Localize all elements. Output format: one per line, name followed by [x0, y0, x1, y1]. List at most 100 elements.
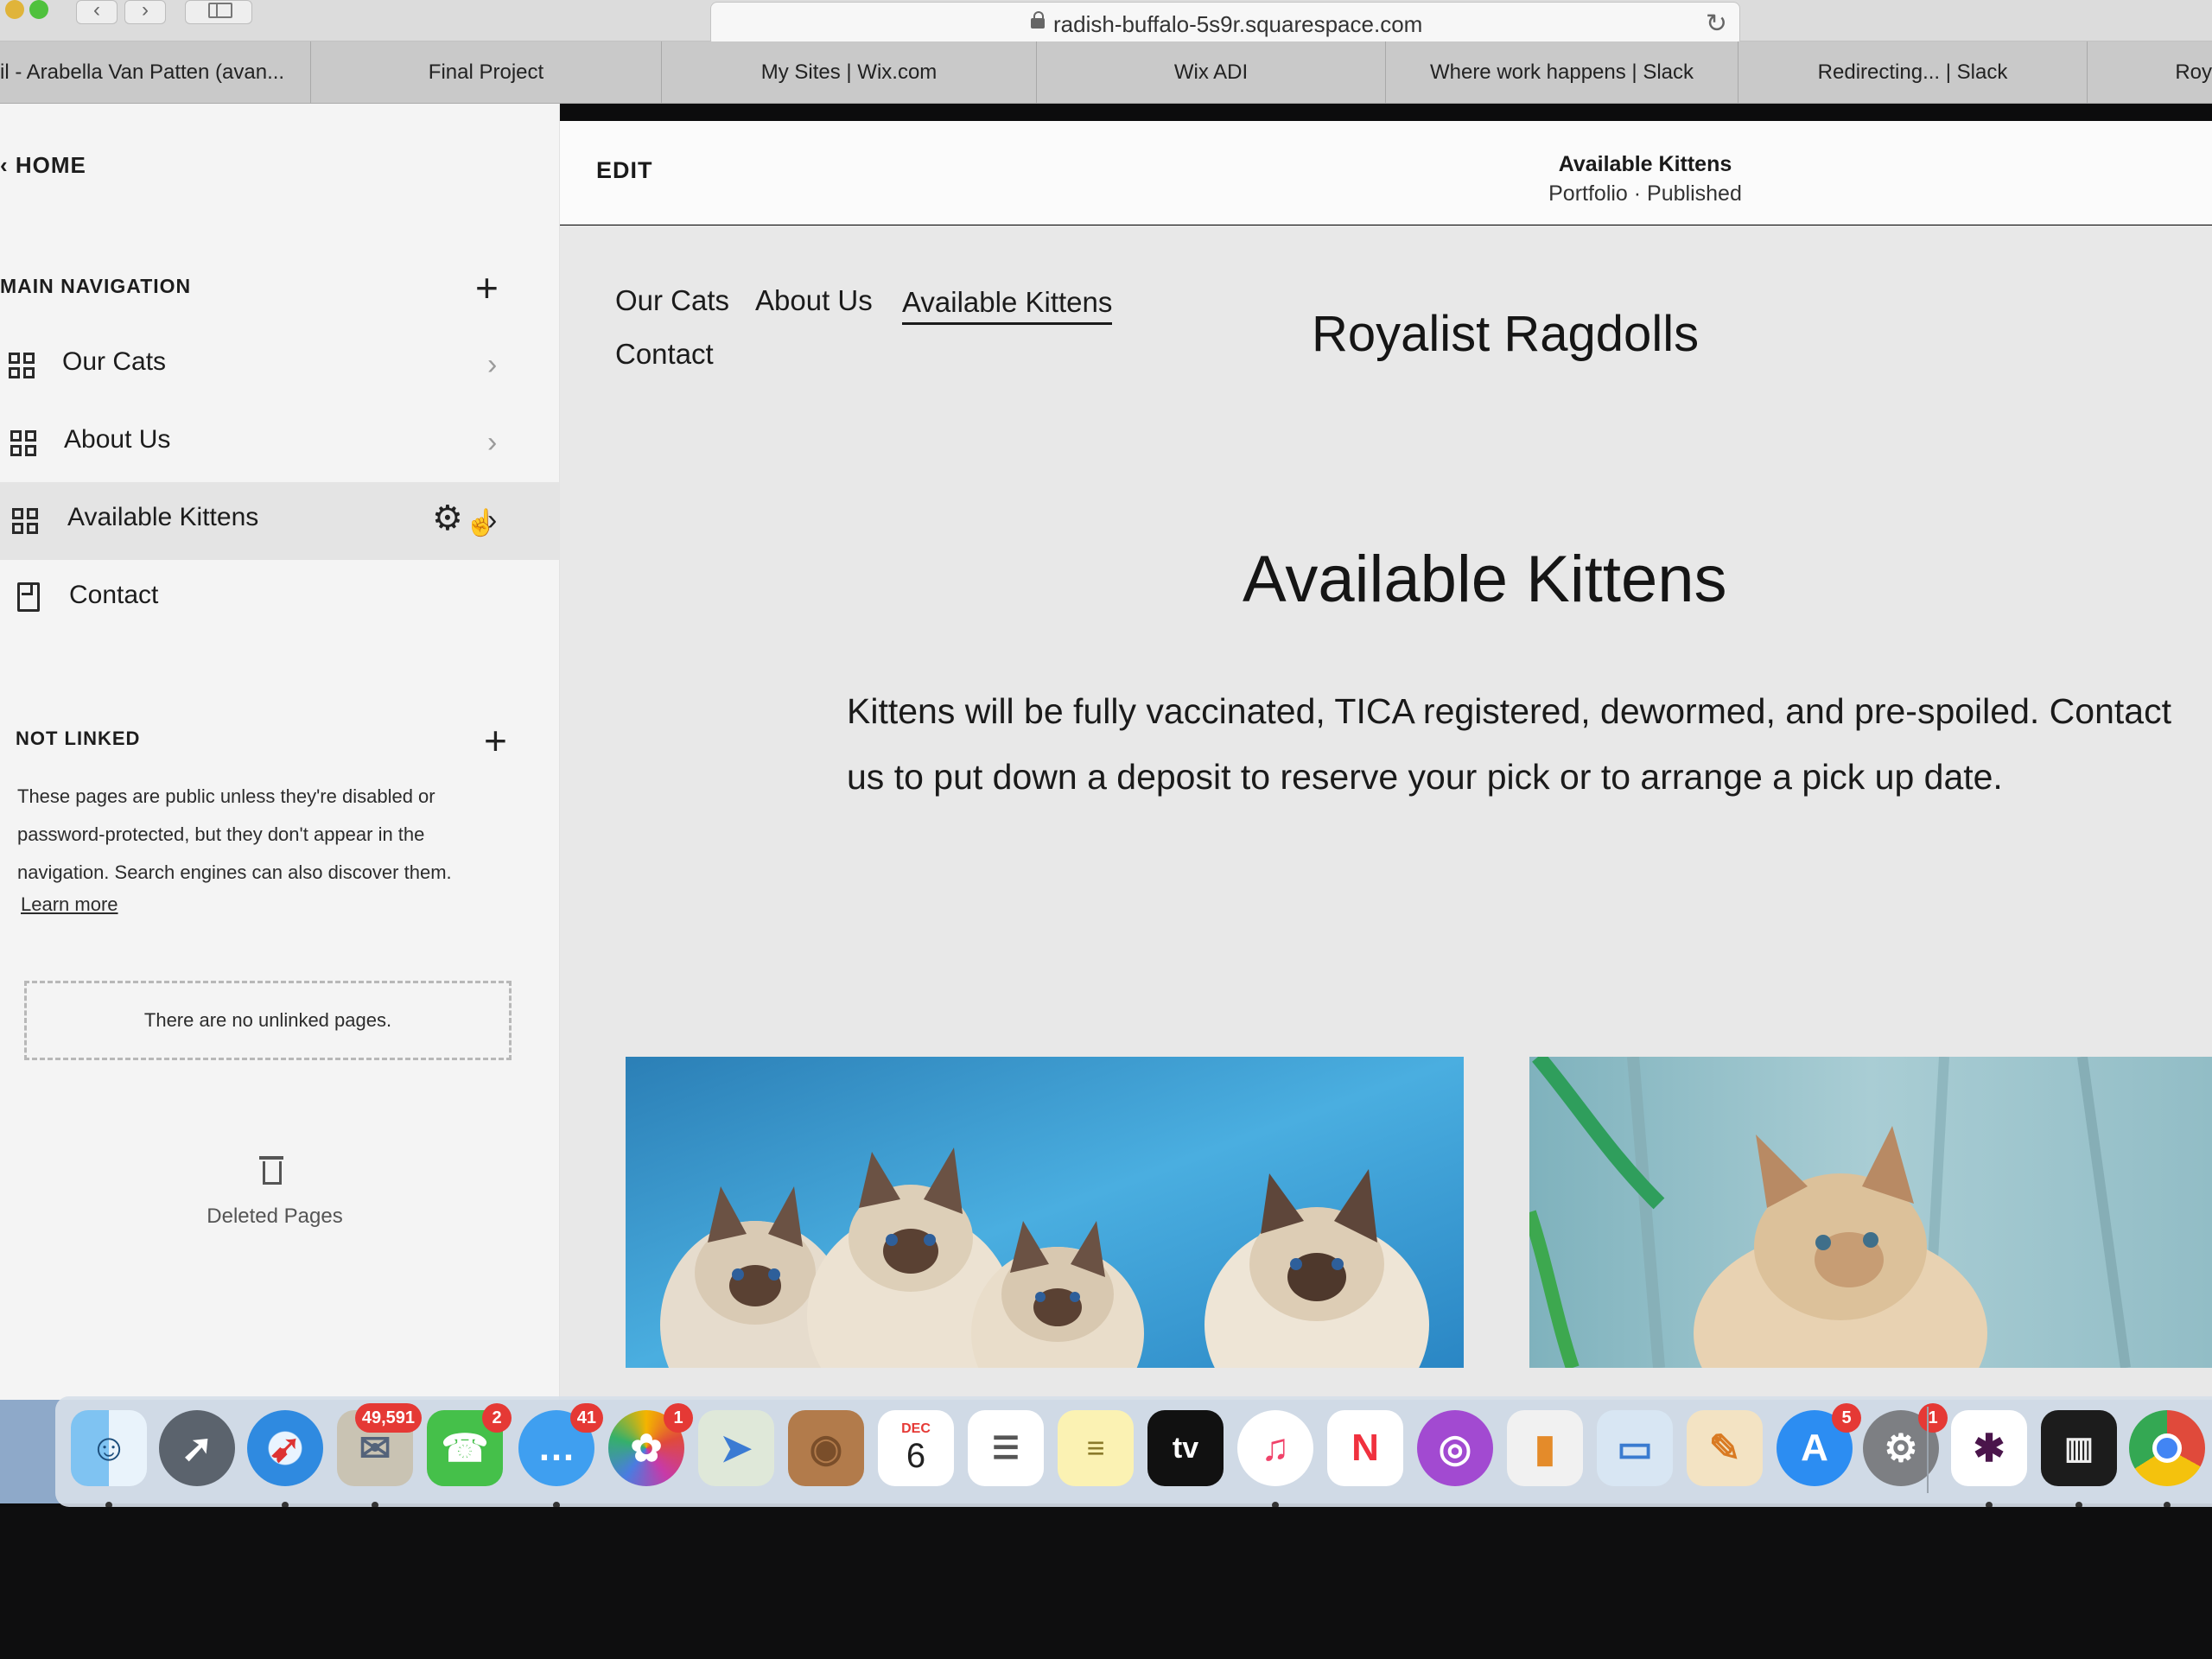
tab-label: il - Arabella Van Patten (avan... — [0, 60, 285, 84]
deleted-pages-link[interactable]: Deleted Pages — [0, 1205, 550, 1229]
address-bar[interactable]: radish-buffalo-5s9r.squarespace.com ↻ — [710, 2, 1740, 47]
grid-icon — [9, 353, 36, 380]
add-unlinked-page-plus-icon[interactable]: + — [484, 721, 507, 760]
chrome-icon[interactable] — [2129, 1410, 2205, 1486]
app-store-badge: 5 — [1832, 1403, 1861, 1433]
gear-icon[interactable]: ⚙ — [432, 499, 463, 537]
apple-tv-icon[interactable]: tv — [1147, 1410, 1224, 1486]
sidebar-item-label: Contact — [69, 581, 159, 609]
not-linked-title: NOT LINKED — [16, 728, 141, 749]
tv-label: tv — [1172, 1431, 1199, 1465]
page-heading: Available Kittens — [1243, 543, 1727, 616]
app-store-icon[interactable]: A5 — [1777, 1403, 1861, 1486]
tab-label: Final Project — [428, 60, 544, 84]
contacts-icon[interactable]: ◉ — [788, 1410, 864, 1486]
safari-icon[interactable]: ➹ — [247, 1410, 323, 1486]
sidebar-item-label: About Us — [64, 425, 171, 454]
home-back-link[interactable]: ‹ HOME — [0, 152, 86, 179]
news-icon[interactable]: N — [1327, 1410, 1403, 1486]
site-title[interactable]: Royalist Ragdolls — [1312, 305, 1699, 363]
site-nav-our-cats[interactable]: Our Cats — [615, 284, 729, 317]
tab-bar: il - Arabella Van Patten (avan... Final … — [0, 41, 2212, 104]
page-meta: Portfolio · Published — [1548, 181, 1742, 206]
page-name: Available Kittens — [1558, 152, 1732, 176]
piano-app-icon[interactable]: ▥ — [2041, 1410, 2117, 1486]
sidebar-item-our-cats[interactable]: Our Cats › — [0, 327, 560, 404]
calendar-month: DEC — [901, 1421, 931, 1436]
page-icon — [17, 582, 40, 612]
editor-header: EDIT Available Kittens Portfolio · Publi… — [560, 121, 2212, 225]
calendar-icon[interactable]: DEC 6 — [878, 1410, 954, 1486]
tab-wix-sites[interactable]: My Sites | Wix.com — [662, 41, 1037, 104]
trash-icon[interactable] — [259, 1156, 283, 1185]
sidebar-item-label: Our Cats — [62, 347, 167, 376]
sidebar-item-contact[interactable]: Contact — [0, 560, 560, 638]
site-nav-contact[interactable]: Contact — [615, 338, 714, 371]
grid-icon — [10, 430, 38, 458]
reminders-icon[interactable]: ☰ — [968, 1410, 1044, 1486]
keynote-icon[interactable]: ▭ — [1597, 1410, 1673, 1486]
mail-badge: 49,591 — [354, 1403, 422, 1433]
messages-icon[interactable]: … 41 — [518, 1403, 603, 1486]
tab-slack-redirecting[interactable]: Redirecting... | Slack — [1738, 41, 2088, 104]
chevron-right-icon: › — [487, 426, 498, 459]
forward-button[interactable]: › — [124, 0, 166, 24]
mail-icon[interactable]: ✉ 49,591 — [337, 1403, 422, 1486]
maps-icon[interactable]: ➤ — [698, 1410, 774, 1486]
main-navigation-title: MAIN NAVIGATION — [0, 275, 192, 297]
photos-badge: 1 — [664, 1403, 693, 1433]
messages-badge: 41 — [569, 1403, 603, 1433]
sidebar-icon — [208, 3, 232, 18]
url-text: radish-buffalo-5s9r.squarespace.com — [1053, 11, 1423, 37]
site-nav-about-us[interactable]: About Us — [755, 284, 873, 317]
chevron-right-icon[interactable]: › — [487, 503, 497, 537]
edit-button[interactable]: EDIT — [596, 157, 653, 184]
back-button[interactable]: ‹ — [76, 0, 118, 24]
browser-toolbar: ‹ › radish-buffalo-5s9r.squarespace.com … — [0, 0, 2212, 47]
tab-label: Redirecting... | Slack — [1817, 60, 2008, 84]
tab-slack[interactable]: Where work happens | Slack — [1386, 41, 1738, 104]
chevron-right-icon: › — [487, 348, 498, 381]
not-linked-description: These pages are public unless they're di… — [17, 785, 452, 883]
page-body-text: Kittens will be fully vaccinated, TICA r… — [847, 691, 2171, 797]
tab-wix-adi[interactable]: Wix ADI — [1037, 41, 1386, 104]
tab-label: My Sites | Wix.com — [760, 60, 938, 84]
kittens-photo-blue — [626, 1057, 1464, 1368]
slack-icon[interactable]: ✱ — [1951, 1410, 2027, 1486]
numbers-icon[interactable]: ▮ — [1507, 1410, 1583, 1486]
music-icon[interactable]: ♫ — [1237, 1410, 1313, 1486]
photos-icon[interactable]: ✿ 1 — [608, 1403, 693, 1486]
add-page-plus-icon[interactable]: + — [475, 268, 499, 308]
show-sidebar-button[interactable] — [185, 0, 252, 24]
laptop-bezel — [0, 1507, 2212, 1659]
sidebar-item-available-kittens[interactable]: Available Kittens ⚙ ☝ › — [0, 482, 560, 560]
facetime-icon[interactable]: ☎ 2 — [427, 1403, 512, 1486]
tab-label: Roy — [2175, 60, 2212, 84]
grid-icon — [12, 508, 40, 536]
minimize-window-button[interactable] — [5, 0, 24, 19]
tab-royalist[interactable]: Roy — [2088, 41, 2212, 104]
tab-gmail[interactable]: il - Arabella Van Patten (avan... — [0, 41, 311, 104]
zoom-window-button[interactable] — [29, 0, 48, 19]
home-label: HOME — [15, 152, 86, 178]
calendar-day: 6 — [906, 1436, 926, 1475]
site-nav-available-kittens[interactable]: Available Kittens — [902, 286, 1113, 325]
learn-more-link[interactable]: Learn more — [21, 893, 118, 916]
tab-final-project[interactable]: Final Project — [311, 41, 662, 104]
site-preview: Our Cats About Us Available Kittens Cont… — [560, 226, 2212, 1400]
tab-label: Where work happens | Slack — [1429, 60, 1694, 84]
facetime-badge: 2 — [482, 1403, 512, 1433]
reload-icon[interactable]: ↻ — [1706, 11, 1727, 37]
podcasts-icon[interactable]: ◎ — [1417, 1410, 1493, 1486]
launchpad-icon[interactable]: ➚ — [159, 1410, 235, 1486]
dock-separator — [1927, 1407, 1929, 1493]
pages-panel: ‹ HOME MAIN NAVIGATION + Our Cats › Abou… — [0, 104, 560, 1400]
notes-icon[interactable]: ≡ — [1058, 1410, 1134, 1486]
system-preferences-badge: 1 — [1918, 1403, 1948, 1433]
no-unlinked-pages-text: There are no unlinked pages. — [143, 1009, 392, 1031]
sidebar-item-label: Available Kittens — [67, 503, 259, 531]
sidebar-item-about-us[interactable]: About Us › — [0, 404, 560, 482]
tab-label: Wix ADI — [1173, 60, 1249, 84]
pages-icon[interactable]: ✎ — [1687, 1410, 1763, 1486]
finder-icon[interactable]: ☺ — [71, 1410, 147, 1486]
